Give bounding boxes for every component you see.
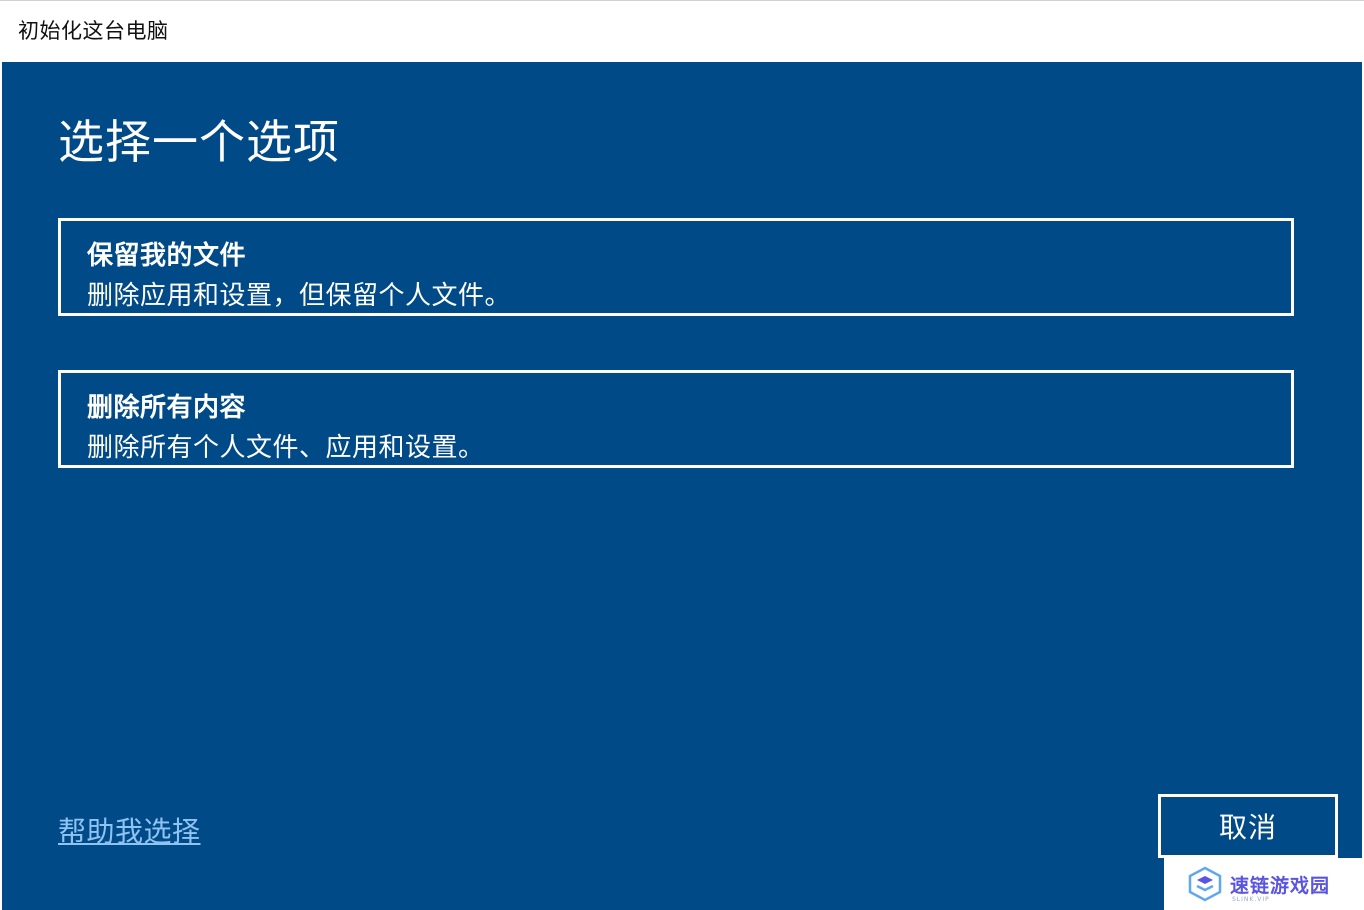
option-description: 删除应用和设置，但保留个人文件。 — [87, 281, 512, 311]
keep-my-files-option[interactable]: 保留我的文件 删除应用和设置，但保留个人文件。 — [58, 218, 1294, 316]
window-title: 初始化这台电脑 — [18, 19, 169, 43]
watermark: 速链游戏园 SLINK.VIP — [1164, 858, 1364, 910]
watermark-logo-icon — [1186, 865, 1224, 903]
watermark-text: 速链游戏园 — [1230, 874, 1331, 897]
title-bar: 初始化这台电脑 — [0, 0, 1364, 62]
remove-everything-option[interactable]: 删除所有内容 删除所有个人文件、应用和设置。 — [58, 370, 1294, 468]
dialog-content: 选择一个选项 保留我的文件 删除应用和设置，但保留个人文件。 删除所有内容 删除… — [2, 62, 1362, 910]
option-description: 删除所有个人文件、应用和设置。 — [87, 433, 485, 463]
reset-pc-window: 初始化这台电脑 选择一个选项 保留我的文件 删除应用和设置，但保留个人文件。 删… — [0, 0, 1364, 910]
cancel-button[interactable]: 取消 — [1158, 794, 1338, 858]
help-me-choose-link[interactable]: 帮助我选择 — [58, 810, 201, 850]
option-title: 保留我的文件 — [87, 241, 247, 271]
watermark-subtext: SLINK.VIP — [1232, 896, 1270, 903]
page-heading: 选择一个选项 — [58, 115, 340, 169]
option-title: 删除所有内容 — [87, 393, 247, 423]
